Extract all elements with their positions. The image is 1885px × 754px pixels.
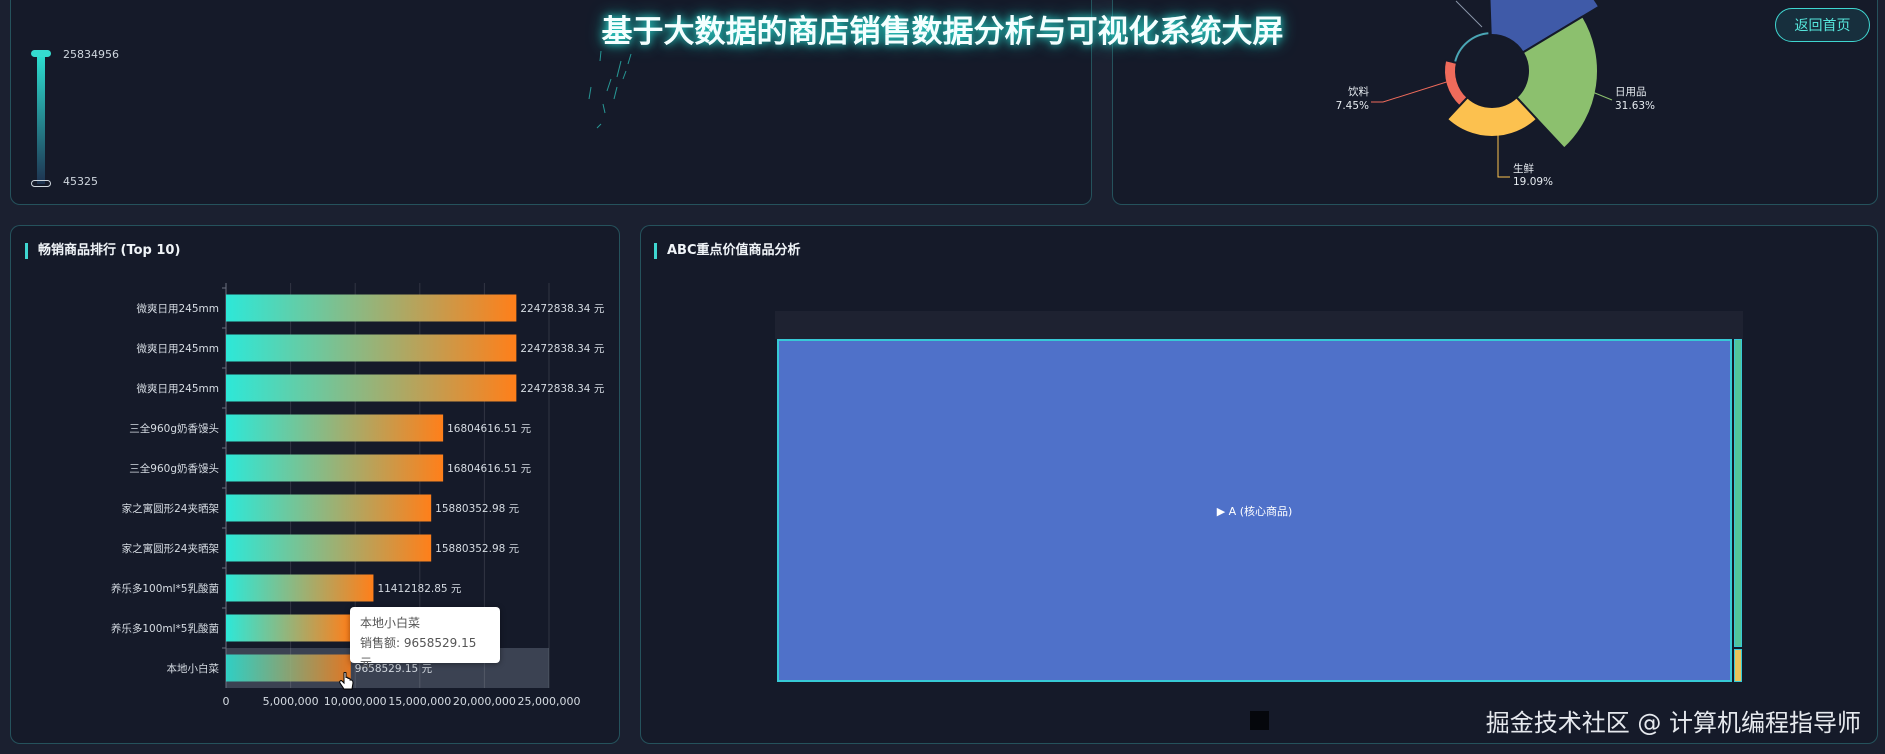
visual-map-bar[interactable] [37, 53, 45, 184]
category-label: 微爽日用245mm [137, 302, 220, 315]
top-products-bar-chart: 0 5,000,000 10,000,000 15,000,000 20,000,000… [111, 283, 605, 708]
bar [226, 454, 444, 482]
chart-tooltip: 本地小白菜 销售额: 9658529.15 元 [350, 607, 500, 670]
bar-value-label: 22472838.34 元 [520, 383, 604, 395]
tooltip-name: 本地小白菜 [360, 616, 421, 630]
x-tick-label: 25,000,000 [518, 695, 581, 708]
x-tick-label: 20,000,000 [453, 695, 516, 708]
category-label: 家之寓圆形24夹晒架 [122, 542, 220, 555]
watermark: 掘金技术社区 @ 计算机编程指导师 [1485, 709, 1861, 737]
treemap-breadcrumb-area [775, 311, 1743, 339]
bar-value-label: 22472838.34 元 [520, 343, 604, 355]
x-tick-label: 10,000,000 [324, 695, 387, 708]
category-label: 微爽日用245mm [137, 382, 220, 395]
bar-value-label: 16804616.51 元 [447, 423, 531, 435]
page-title: 基于大数据的商店销售数据分析与可视化系统大屏 [601, 14, 1284, 50]
category-label: 微爽日用245mm [137, 342, 220, 355]
bar-value-label: 11412182.85 元 [377, 583, 461, 595]
bar-value-label: 15880352.98 元 [435, 543, 519, 555]
bar [226, 654, 351, 682]
slice-name: 日用品 [1615, 86, 1647, 98]
return-home-button[interactable]: 返回首页 [1775, 8, 1870, 42]
treemap-node-c[interactable] [1734, 649, 1742, 682]
bar [226, 494, 432, 522]
bar [226, 334, 517, 362]
bar [226, 574, 374, 602]
category-label: 三全960g奶香馒头 [129, 462, 219, 475]
category-label: 养乐多100ml*5乳酸菌 [111, 582, 219, 595]
slice-name: 生鲜 [1513, 162, 1535, 175]
visual-map-max-handle[interactable] [31, 50, 51, 57]
slice-name: 饮料 [1348, 85, 1370, 98]
bar [226, 534, 432, 562]
slice-percent: 31.63% [1615, 100, 1655, 112]
bar [226, 614, 351, 642]
abc-title: ABC重点价值商品分析 [654, 243, 801, 259]
x-tick-label: 5,000,000 [263, 695, 319, 708]
visual-map-min-label: 45325 [63, 175, 98, 188]
slice-percent: 19.09% [1513, 176, 1553, 188]
x-tick-label: 0 [223, 695, 230, 708]
treemap-node-b[interactable] [1734, 339, 1742, 647]
x-tick-label: 15,000,000 [388, 695, 451, 708]
treemap-node-a[interactable]: ▶ A (核心商品) [777, 339, 1732, 682]
tooltip-value: 销售额: 9658529.15 元 [360, 636, 477, 670]
leader-line [1371, 78, 1457, 103]
treemap-node-a-label: ▶ A (核心商品) [1216, 504, 1293, 518]
bar-value-label: 16804616.51 元 [447, 463, 531, 475]
bar [226, 414, 444, 442]
category-label: 家之寓圆形24夹晒架 [122, 502, 220, 515]
category-label: 养乐多100ml*5乳酸菌 [111, 622, 219, 635]
category-label: 三全960g奶香馒头 [129, 422, 219, 435]
bar-value-label: 15880352.98 元 [435, 503, 519, 515]
treemap-back-button[interactable] [1250, 711, 1269, 730]
leader-line [1497, 133, 1510, 178]
rose-slice [1443, 59, 1469, 108]
bar [226, 374, 517, 402]
visual-map-min-handle[interactable] [31, 180, 51, 187]
hand-cursor-icon [339, 672, 354, 690]
category-label: 本地小白菜 [167, 662, 220, 675]
slice-percent: 7.45% [1336, 100, 1369, 112]
map-fragment [588, 50, 632, 129]
bar [226, 294, 517, 322]
bar-value-label: 22472838.34 元 [520, 303, 604, 315]
